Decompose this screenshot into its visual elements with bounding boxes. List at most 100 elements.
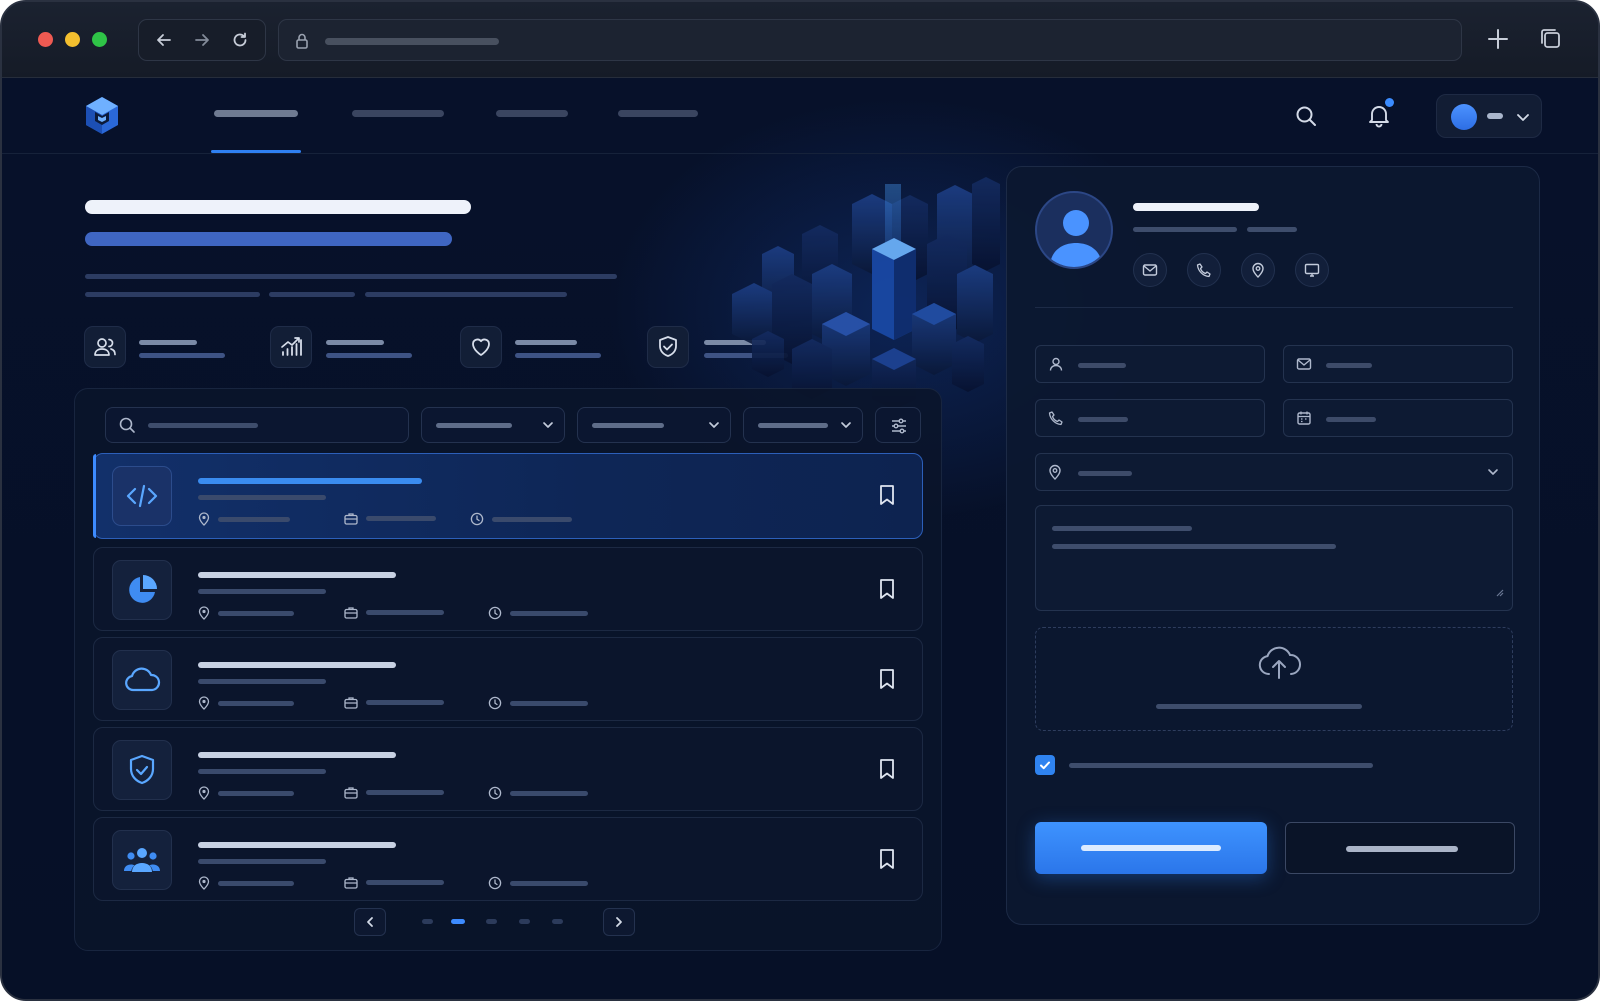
list-item[interactable] bbox=[93, 727, 923, 811]
cloud-icon bbox=[112, 650, 172, 710]
item-time bbox=[488, 696, 588, 710]
item-type bbox=[344, 606, 444, 619]
browser-window bbox=[0, 0, 1600, 1001]
cancel-button[interactable] bbox=[1285, 822, 1515, 874]
location-icon[interactable] bbox=[1241, 253, 1275, 287]
phone-icon[interactable] bbox=[1187, 253, 1221, 287]
close-window-button[interactable] bbox=[38, 32, 53, 47]
location-icon bbox=[198, 696, 210, 710]
agreement-label-placeholder bbox=[1069, 763, 1373, 768]
bookmark-icon[interactable] bbox=[878, 758, 896, 785]
page-dot-3[interactable] bbox=[486, 919, 497, 924]
new-tab-icon[interactable] bbox=[1485, 26, 1511, 57]
search-placeholder bbox=[148, 423, 258, 428]
minimize-window-button[interactable] bbox=[65, 32, 80, 47]
file-upload-dropzone[interactable] bbox=[1035, 627, 1513, 731]
briefcase-icon bbox=[344, 697, 358, 709]
location-icon bbox=[1048, 464, 1062, 485]
agreement-checkbox[interactable] bbox=[1035, 755, 1055, 775]
calendar-icon bbox=[1296, 410, 1312, 431]
list-item[interactable] bbox=[93, 547, 923, 631]
nav-tab-2[interactable] bbox=[352, 110, 444, 117]
nav-tab-4[interactable] bbox=[618, 110, 698, 117]
item-subtitle-placeholder bbox=[198, 589, 326, 594]
message-textarea[interactable] bbox=[1035, 505, 1513, 611]
filter-dropdown-3[interactable] bbox=[743, 407, 863, 443]
filter-dropdown-1[interactable] bbox=[421, 407, 565, 443]
item-location bbox=[198, 786, 294, 800]
zoom-window-button[interactable] bbox=[92, 32, 107, 47]
submit-button[interactable] bbox=[1035, 822, 1267, 874]
list-item[interactable] bbox=[93, 453, 923, 539]
name-field[interactable] bbox=[1035, 345, 1265, 383]
profile-form-panel bbox=[1006, 166, 1540, 925]
prev-page-button[interactable] bbox=[354, 908, 386, 936]
search-icon bbox=[118, 416, 136, 439]
location-icon bbox=[198, 786, 210, 800]
resize-handle-icon[interactable] bbox=[1494, 584, 1504, 602]
cube-logo-icon[interactable] bbox=[82, 94, 122, 143]
item-type bbox=[344, 876, 444, 889]
search-icon[interactable] bbox=[1294, 104, 1318, 133]
users-icon bbox=[84, 326, 126, 368]
item-time bbox=[488, 786, 588, 800]
hero-text-line bbox=[269, 292, 355, 297]
code-icon bbox=[112, 466, 172, 526]
feature-title-placeholder bbox=[326, 340, 384, 345]
filter-dropdown-2[interactable] bbox=[577, 407, 731, 443]
search-input[interactable] bbox=[105, 407, 409, 443]
monitor-icon[interactable] bbox=[1295, 253, 1329, 287]
page-dot-4[interactable] bbox=[519, 919, 530, 924]
list-item[interactable] bbox=[93, 817, 923, 901]
item-type bbox=[344, 512, 436, 525]
growth-chart-icon bbox=[270, 326, 312, 368]
page-dot-1[interactable] bbox=[422, 919, 433, 924]
item-subtitle-placeholder bbox=[198, 495, 326, 500]
item-location bbox=[198, 512, 290, 526]
location-select[interactable] bbox=[1035, 453, 1513, 491]
profile-avatar[interactable] bbox=[1035, 191, 1113, 269]
bookmark-icon[interactable] bbox=[878, 668, 896, 695]
email-field[interactable] bbox=[1283, 345, 1513, 383]
item-subtitle-placeholder bbox=[198, 769, 326, 774]
item-type bbox=[344, 696, 444, 709]
divider bbox=[1035, 307, 1513, 308]
page-dot-5[interactable] bbox=[552, 919, 563, 924]
active-tab-indicator bbox=[211, 150, 301, 153]
bookmark-icon[interactable] bbox=[878, 484, 896, 511]
chevron-down-icon bbox=[706, 417, 722, 438]
textarea-placeholder-line bbox=[1052, 526, 1192, 531]
next-page-button[interactable] bbox=[603, 908, 635, 936]
clock-icon bbox=[470, 512, 484, 526]
team-icon bbox=[112, 830, 172, 890]
mail-icon[interactable] bbox=[1133, 253, 1167, 287]
forward-icon[interactable] bbox=[189, 27, 215, 53]
page-dot-2[interactable] bbox=[451, 919, 465, 924]
field-placeholder bbox=[1326, 417, 1376, 422]
date-field[interactable] bbox=[1283, 399, 1513, 437]
phone-field[interactable] bbox=[1035, 399, 1265, 437]
address-bar[interactable] bbox=[278, 19, 1462, 61]
item-type bbox=[344, 786, 444, 799]
filter-settings-button[interactable] bbox=[875, 407, 921, 443]
tabs-overview-icon[interactable] bbox=[1538, 26, 1564, 57]
chevron-down-icon bbox=[1486, 465, 1500, 484]
back-icon[interactable] bbox=[151, 27, 177, 53]
top-navigation bbox=[2, 78, 1598, 154]
list-item[interactable] bbox=[93, 637, 923, 721]
reload-icon[interactable] bbox=[227, 27, 253, 53]
item-title-placeholder bbox=[198, 572, 396, 578]
bookmark-icon[interactable] bbox=[878, 578, 896, 605]
clock-icon bbox=[488, 876, 502, 890]
account-menu[interactable] bbox=[1436, 94, 1542, 138]
clock-icon bbox=[488, 696, 502, 710]
bookmark-icon[interactable] bbox=[878, 848, 896, 875]
item-time bbox=[488, 876, 588, 890]
chevron-left-icon bbox=[367, 917, 373, 927]
shield-check-icon bbox=[647, 326, 689, 368]
nav-tab-3[interactable] bbox=[496, 110, 568, 117]
nav-tab-1[interactable] bbox=[214, 110, 298, 117]
app-surface bbox=[2, 78, 1598, 999]
briefcase-icon bbox=[344, 513, 358, 525]
briefcase-icon bbox=[344, 877, 358, 889]
